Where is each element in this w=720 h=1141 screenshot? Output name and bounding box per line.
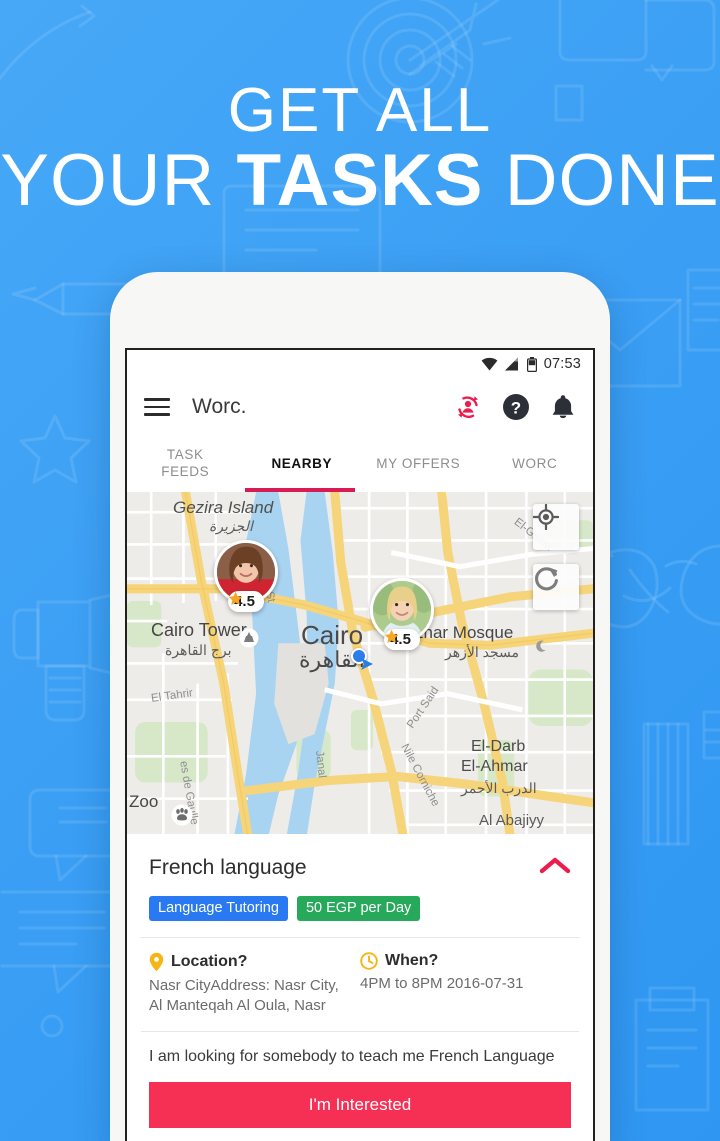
battery-icon bbox=[526, 356, 537, 372]
switch-role-icon[interactable] bbox=[454, 393, 482, 421]
phone-mockup: 07:53 Worc. ? TASK FEEDS NEARBY MY OFFER… bbox=[110, 272, 610, 1141]
task-title: French language bbox=[149, 856, 307, 879]
status-bar-clock: 07:53 bbox=[543, 356, 581, 372]
map-view[interactable]: Gezira Island الجزيرة Cairo Tower برج ال… bbox=[127, 492, 593, 834]
my-location-button[interactable] bbox=[533, 504, 579, 550]
tag-price: 50 EGP per Day bbox=[296, 896, 421, 921]
app-bar: Worc. ? bbox=[127, 378, 593, 436]
task-when-label: When? bbox=[385, 952, 439, 969]
task-when-header: When? bbox=[360, 952, 561, 970]
wifi-icon bbox=[481, 357, 498, 371]
tab-worc[interactable]: WORC bbox=[477, 456, 594, 473]
task-description: I am looking for somebody to teach me Fr… bbox=[149, 1047, 555, 1065]
task-card-header: French language bbox=[127, 834, 593, 886]
tab-bar: TASK FEEDS NEARBY MY OFFERS WORC bbox=[127, 436, 593, 492]
tab-task-feeds[interactable]: TASK FEEDS bbox=[127, 447, 244, 481]
notifications-bell-icon[interactable] bbox=[550, 393, 576, 421]
star-icon bbox=[228, 591, 243, 605]
zoo-paw-icon bbox=[171, 804, 193, 826]
location-heading-cone bbox=[361, 658, 373, 670]
help-icon[interactable]: ? bbox=[502, 393, 530, 421]
clock-icon bbox=[360, 952, 378, 970]
status-bar: 07:53 bbox=[127, 350, 593, 378]
svg-text:?: ? bbox=[511, 399, 521, 418]
task-location-header: Location? bbox=[149, 952, 350, 972]
im-interested-button[interactable]: I'm Interested bbox=[149, 1081, 571, 1128]
headline-emphasis: TASKS bbox=[236, 140, 484, 222]
task-when-block: When? 4PM to 8PM 2016-07-31 bbox=[360, 952, 571, 1017]
task-card: French language Language Tutoring 50 EGP… bbox=[127, 834, 593, 1141]
star-icon bbox=[384, 629, 399, 643]
hamburger-menu-icon[interactable] bbox=[144, 398, 170, 416]
worker-rating-badge-2: 4.5 bbox=[384, 629, 420, 650]
headline-line2-after: DONE bbox=[483, 140, 720, 222]
headline-line-2: YOUR TASKS DONE bbox=[0, 144, 720, 217]
tower-icon bbox=[239, 628, 259, 648]
refresh-icon bbox=[535, 567, 558, 591]
worker-rating-badge-1: 4.5 bbox=[228, 591, 264, 612]
refresh-map-button[interactable] bbox=[533, 564, 579, 610]
task-location-value: Nasr CityAddress: Nasr City, Al Manteqah… bbox=[149, 977, 339, 1015]
app-title: Worc. bbox=[192, 395, 247, 418]
worker-marker-1[interactable]: 4.5 bbox=[209, 540, 283, 612]
task-when-value: 4PM to 8PM 2016-07-31 bbox=[360, 975, 524, 992]
task-location-label: Location? bbox=[171, 953, 248, 970]
task-tags: Language Tutoring 50 EGP per Day bbox=[127, 886, 593, 937]
mosque-icon bbox=[536, 640, 546, 652]
task-cta-wrap: I'm Interested bbox=[127, 1081, 593, 1141]
headline-line2-before: YOUR bbox=[0, 140, 237, 222]
worker-marker-2[interactable]: 4.5 bbox=[365, 578, 439, 650]
app-bar-actions: ? bbox=[454, 393, 576, 421]
phone-screen: 07:53 Worc. ? TASK FEEDS NEARBY MY OFFER… bbox=[125, 348, 595, 1141]
crosshair-icon bbox=[533, 504, 559, 530]
tag-category: Language Tutoring bbox=[149, 896, 288, 921]
tab-task-feeds-line1: TASK bbox=[166, 447, 204, 463]
chevron-up-icon[interactable] bbox=[539, 856, 571, 876]
promo-headline: GET ALL YOUR TASKS DONE bbox=[0, 76, 720, 218]
headline-line-1: GET ALL bbox=[227, 76, 493, 145]
tab-task-feeds-line2: FEEDS bbox=[161, 464, 210, 479]
task-meta: Location? Nasr CityAddress: Nasr City, A… bbox=[127, 938, 593, 1031]
tab-my-offers[interactable]: MY OFFERS bbox=[360, 456, 477, 473]
cellular-signal-icon bbox=[504, 357, 518, 371]
task-location-block: Location? Nasr CityAddress: Nasr City, A… bbox=[149, 952, 360, 1017]
location-pin-icon bbox=[149, 952, 164, 972]
tab-nearby[interactable]: NEARBY bbox=[244, 456, 361, 473]
